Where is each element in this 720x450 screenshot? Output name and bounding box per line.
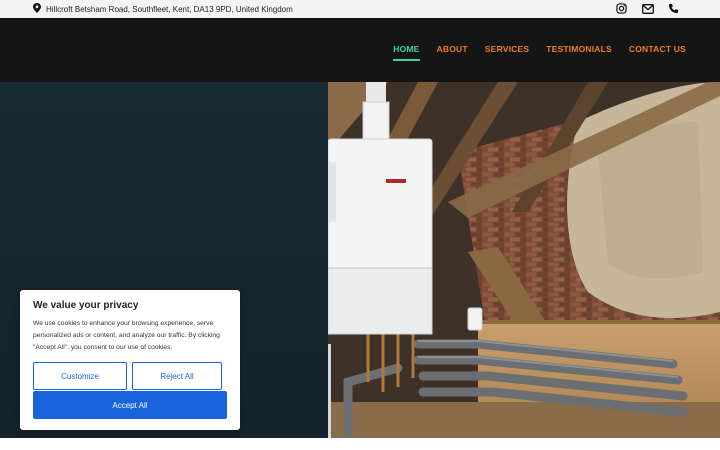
instagram-icon[interactable]	[615, 2, 628, 15]
phone-icon[interactable]	[667, 2, 680, 15]
cookie-description: We use cookies to enhance your browsing …	[33, 320, 220, 351]
boiler-loft-illustration	[328, 82, 720, 438]
mail-icon[interactable]	[641, 2, 654, 15]
location-pin-icon	[33, 3, 41, 15]
main-nav: HOME ABOUT SERVICES TESTIMONIALS CONTACT…	[393, 44, 686, 61]
nav-home[interactable]: HOME	[393, 44, 420, 61]
top-info-bar: Hillcroft Betsham Road, Southfleet, Kent…	[0, 0, 720, 18]
address-text: Hillcroft Betsham Road, Southfleet, Kent…	[46, 4, 293, 14]
cookie-consent-panel: We value your privacy We use cookies to …	[20, 290, 240, 430]
page-bottom-strip	[0, 438, 720, 450]
social-contact-icons	[615, 2, 680, 15]
nav-testimonials[interactable]: TESTIMONIALS	[546, 44, 612, 60]
nav-about[interactable]: ABOUT	[437, 44, 468, 60]
accept-all-button[interactable]: Accept All	[33, 391, 227, 419]
customize-button[interactable]: Customize	[33, 362, 127, 390]
cookie-title: We value your privacy	[33, 300, 139, 311]
address-block: Hillcroft Betsham Road, Southfleet, Kent…	[33, 3, 293, 15]
hero-image	[328, 82, 720, 438]
nav-contact-us[interactable]: CONTACT US	[629, 44, 686, 60]
site-header: HOME ABOUT SERVICES TESTIMONIALS CONTACT…	[0, 18, 720, 82]
reject-all-button[interactable]: Reject All	[132, 362, 222, 390]
nav-services[interactable]: SERVICES	[485, 44, 529, 60]
